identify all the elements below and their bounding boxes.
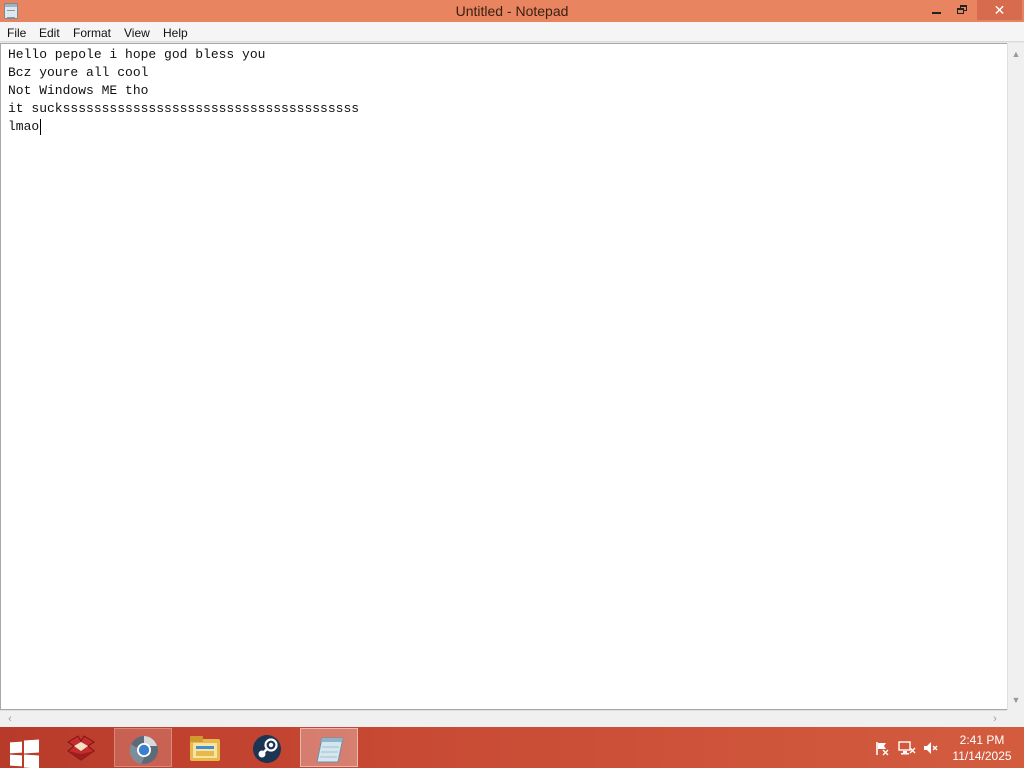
chrome-icon: [129, 736, 158, 764]
minimize-button[interactable]: [922, 0, 950, 20]
notepad-icon: [316, 737, 344, 763]
menu-help[interactable]: Help: [163, 26, 188, 40]
menu-edit[interactable]: Edit: [39, 26, 60, 40]
size-grip: [1007, 710, 1024, 727]
network-icon[interactable]: [898, 740, 916, 756]
clock-time: 2:41 PM: [959, 733, 1005, 747]
scroll-down-arrow[interactable]: ▼: [1011, 695, 1021, 705]
horizontal-scrollbar[interactable]: ‹ ›: [0, 710, 1007, 727]
close-icon: ✕: [993, 2, 1006, 18]
taskbar-file-explorer[interactable]: [176, 728, 234, 767]
editor-line: Not Windows ME tho: [8, 83, 149, 98]
text-caret: [40, 119, 41, 135]
vertical-scrollbar[interactable]: ▲ ▼: [1007, 43, 1024, 710]
menu-bar: File Edit Format View Help: [0, 22, 1024, 42]
taskbar-app-launcher[interactable]: [52, 728, 110, 767]
file-explorer-icon: [190, 736, 220, 761]
start-button[interactable]: [5, 733, 41, 768]
app-launcher-icon: [67, 735, 95, 761]
scroll-right-arrow[interactable]: ›: [990, 714, 1000, 725]
scroll-left-arrow[interactable]: ‹: [5, 714, 15, 725]
editor-line: Hello pepole i hope god bless you: [8, 47, 266, 62]
minimize-icon: [931, 11, 941, 14]
restore-button[interactable]: [948, 0, 976, 20]
clock-date: 11/14/2025: [952, 749, 1012, 763]
steam-icon: [253, 735, 281, 763]
menu-file[interactable]: File: [7, 26, 26, 40]
menu-format[interactable]: Format: [73, 26, 111, 40]
window-title: Untitled - Notepad: [455, 3, 569, 19]
editor-line: lmao: [8, 119, 40, 134]
title-bar[interactable]: Untitled - Notepad ✕: [0, 0, 1024, 22]
volume-muted-icon[interactable]: [922, 740, 938, 756]
system-clock[interactable]: 2:41 PM 11/14/2025: [948, 732, 1016, 764]
menu-view[interactable]: View: [124, 26, 150, 40]
taskbar-notepad[interactable]: [300, 728, 358, 767]
taskbar-steam[interactable]: [238, 728, 296, 767]
editor-line: Bcz youre all cool: [8, 65, 149, 80]
restore-icon: [957, 5, 967, 14]
scroll-up-arrow[interactable]: ▲: [1011, 49, 1021, 59]
text-editor[interactable]: Hello pepole i hope god bless you Bcz yo…: [0, 43, 1007, 710]
editor-line: it sucksssssssssssssssssssssssssssssssss…: [8, 101, 360, 116]
action-center-flag-icon[interactable]: [874, 740, 890, 756]
close-button[interactable]: ✕: [977, 0, 1022, 20]
taskbar-chrome[interactable]: [114, 728, 172, 767]
taskbar: 2:41 PM 11/14/2025: [0, 727, 1024, 768]
